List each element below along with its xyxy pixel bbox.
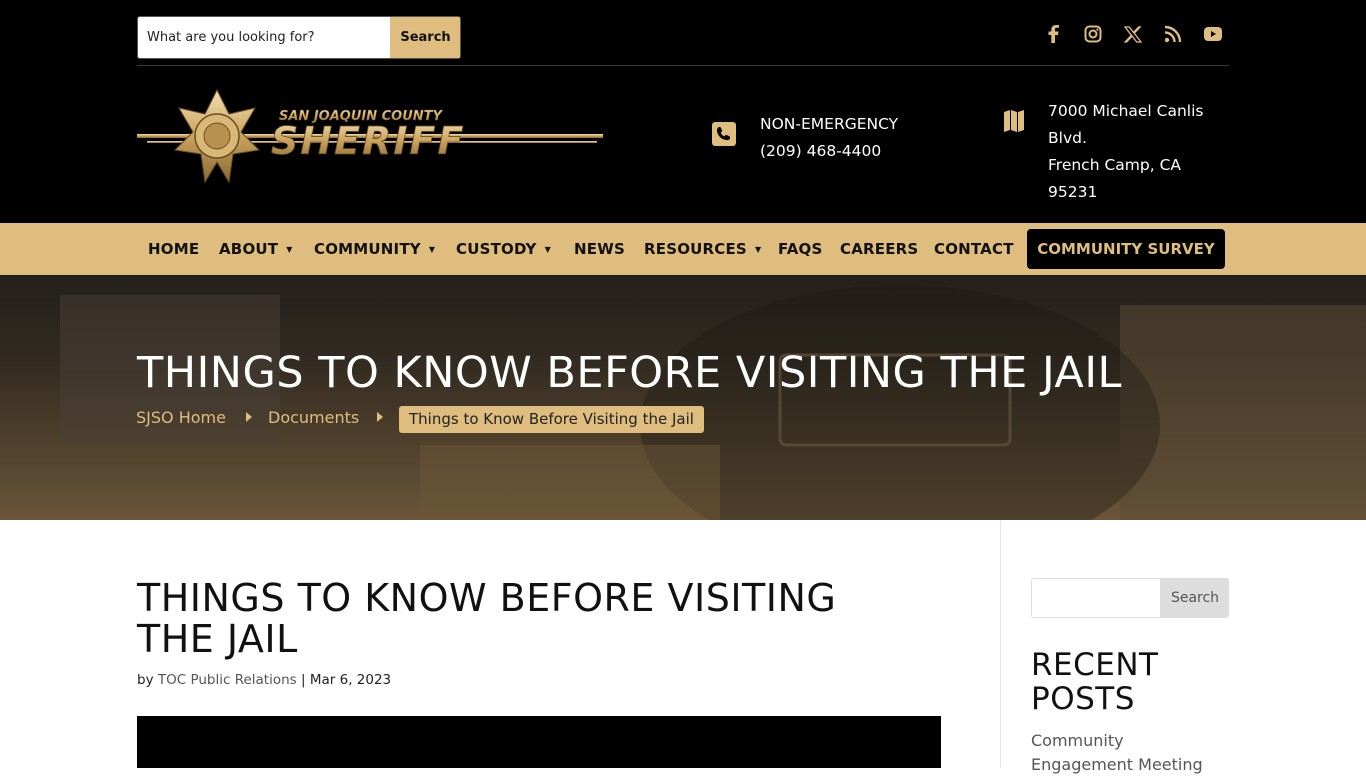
video-player[interactable]	[137, 716, 941, 768]
search-button[interactable]: Search	[390, 17, 460, 58]
header-search: Search	[137, 16, 461, 59]
address-line-1: 7000 Michael Canlis	[1048, 102, 1204, 120]
sidebar-divider	[1000, 520, 1001, 768]
breadcrumb-arrow-icon	[377, 412, 383, 422]
post-title: THINGS TO KNOW BEFORE VISITING THE JAIL	[137, 576, 837, 661]
nav-faqs[interactable]: FAQS	[778, 223, 823, 275]
nav-resources[interactable]: RESOURCES ▼	[644, 223, 761, 275]
breadcrumb-current: Things to Know Before Visiting the Jail	[399, 406, 704, 433]
svg-text:SHERIFF: SHERIFF	[271, 119, 465, 163]
hero-title: THINGS TO KNOW BEFORE VISITING THE JAIL	[137, 348, 1122, 398]
post-meta: by TOC Public Relations | Mar 6, 2023	[137, 672, 391, 688]
breadcrumb-arrow-icon	[246, 412, 252, 422]
address-line-3: French Camp, CA 95231	[1048, 156, 1181, 201]
meta-by: by	[137, 672, 154, 688]
map-icon	[1003, 109, 1025, 137]
nav-custody[interactable]: CUSTODY ▼	[456, 223, 551, 275]
community-survey-button[interactable]: COMMUNITY SURVEY	[1027, 229, 1225, 269]
nav-home[interactable]: HOME	[148, 223, 199, 275]
phone-number[interactable]: (209) 468-4400	[760, 138, 898, 165]
sidebar-search-button[interactable]: Search	[1160, 579, 1228, 617]
phone-label: NON-EMERGENCY	[760, 115, 899, 133]
recent-post-link[interactable]: Community Engagement Meeting	[1031, 729, 1221, 777]
facebook-icon[interactable]	[1043, 24, 1063, 44]
header-divider	[137, 65, 1229, 66]
x-icon[interactable]	[1123, 24, 1143, 44]
sidebar-search-input[interactable]	[1032, 579, 1160, 617]
address-line-2: Blvd.	[1048, 129, 1087, 147]
caret-down-icon: ▼	[286, 244, 293, 254]
youtube-icon[interactable]	[1203, 24, 1223, 44]
phone-contact: NON-EMERGENCY (209) 468-4400	[760, 111, 898, 165]
instagram-icon[interactable]	[1083, 24, 1103, 44]
recent-posts-heading: RECENT POSTS	[1031, 647, 1159, 717]
nav-news[interactable]: NEWS	[574, 223, 625, 275]
sheriff-logo[interactable]: SAN JOAQUIN COUNTY SHERIFF	[137, 88, 603, 188]
meta-separator: |	[301, 672, 306, 688]
nav-community[interactable]: COMMUNITY ▼	[314, 223, 435, 275]
address-contact: 7000 Michael Canlis Blvd. French Camp, C…	[1048, 98, 1233, 206]
caret-down-icon: ▼	[754, 244, 762, 254]
caret-down-icon: ▼	[428, 244, 436, 254]
phone-icon	[712, 122, 736, 150]
post-date: Mar 6, 2023	[309, 672, 392, 688]
author-link[interactable]: TOC Public Relations	[158, 672, 297, 688]
breadcrumb-home[interactable]: SJSO Home	[136, 408, 226, 427]
nav-careers[interactable]: CAREERS	[840, 223, 918, 275]
sidebar-search: Search	[1031, 578, 1229, 618]
nav-contact[interactable]: CONTACT	[934, 223, 1014, 275]
nav-about[interactable]: ABOUT ▼	[219, 223, 293, 275]
site-header: Search SAN JOAQU	[0, 0, 1366, 223]
search-input[interactable]	[138, 17, 390, 58]
rss-icon[interactable]	[1163, 24, 1183, 44]
breadcrumb-documents[interactable]: Documents	[268, 408, 359, 427]
caret-down-icon: ▼	[544, 244, 551, 254]
